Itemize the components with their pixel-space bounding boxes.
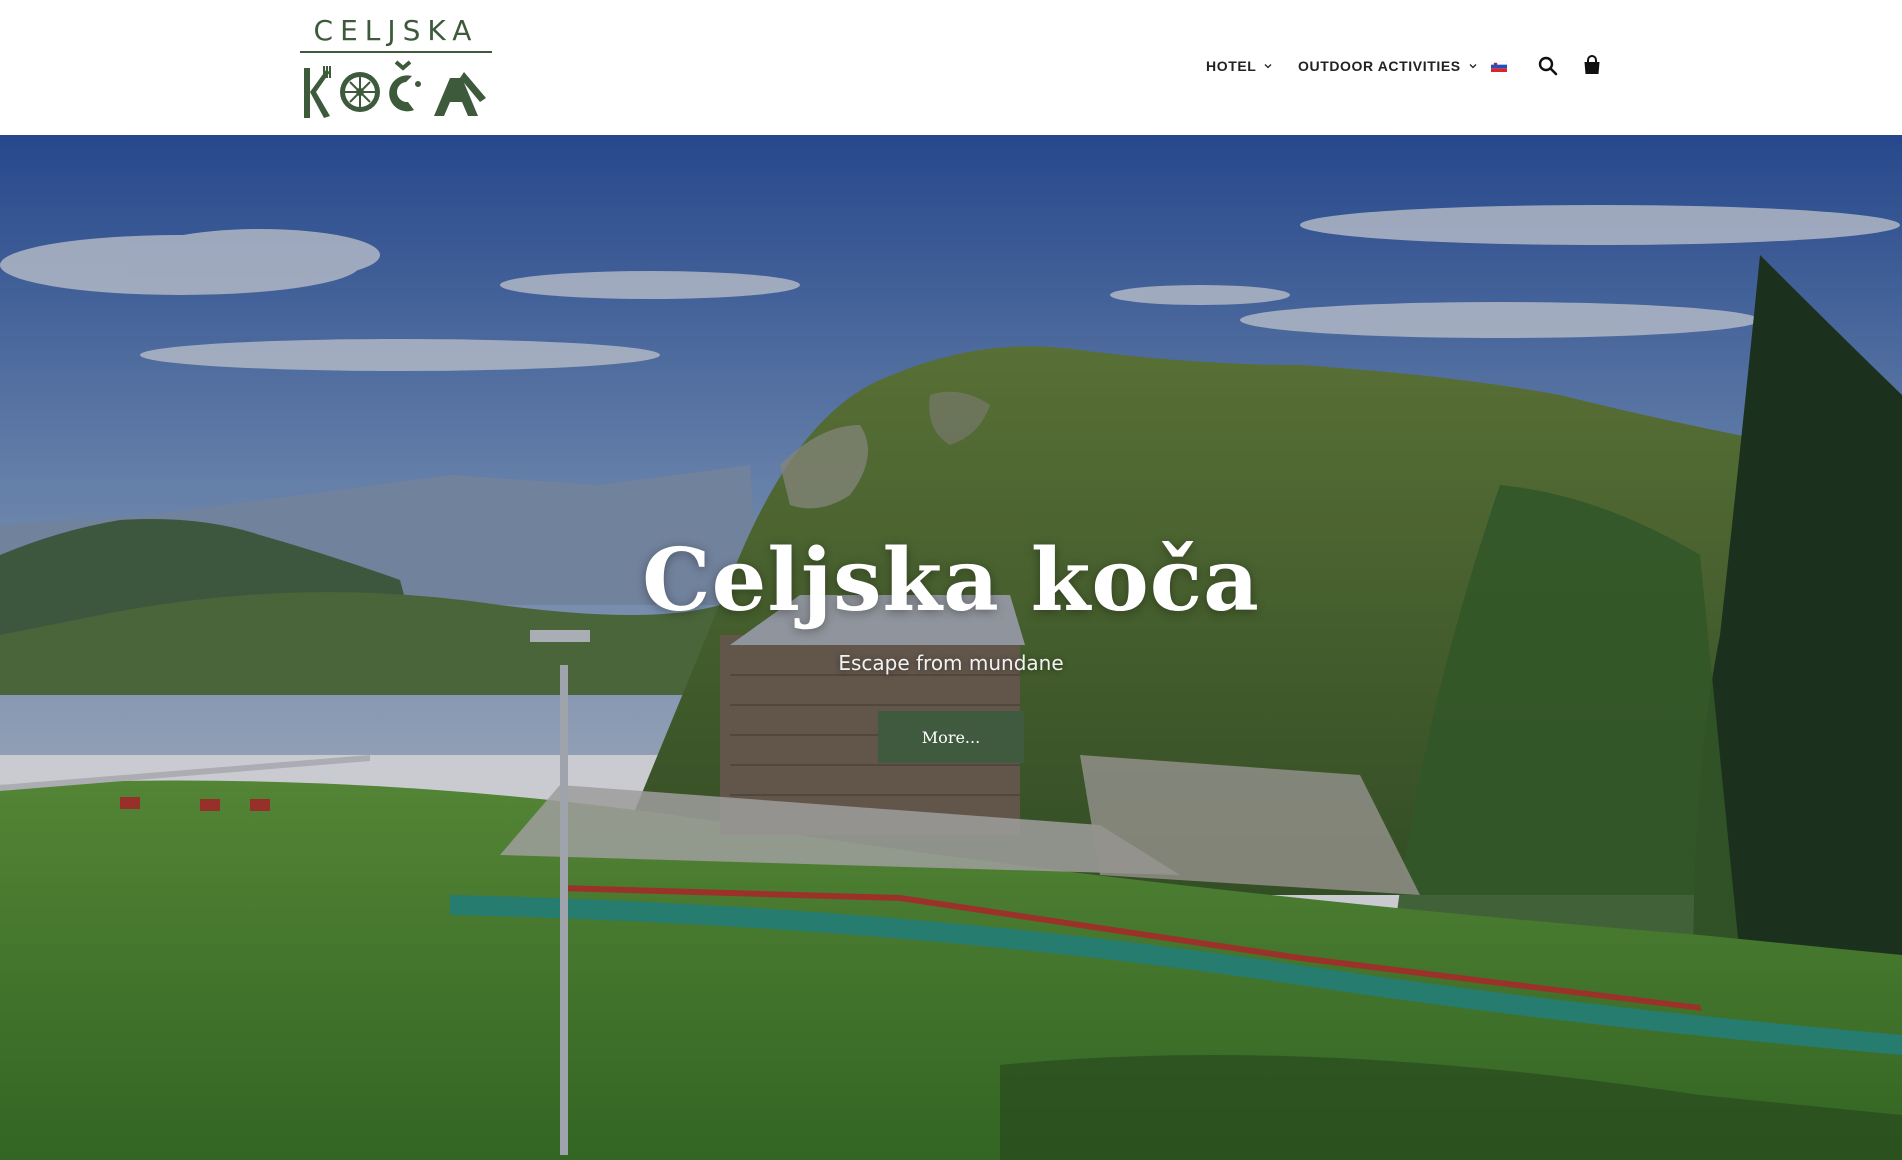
slovenian-flag-icon[interactable] [1491, 61, 1507, 72]
hero-subtitle: Escape from mundane [838, 651, 1064, 675]
logo-wordmark: CELJSKA [313, 14, 479, 47]
site-logo[interactable]: CELJSKA [300, 16, 492, 120]
logo-divider [300, 51, 492, 53]
hero-section: Celjska koča Escape from mundane More... [0, 135, 1902, 1160]
nav-item-label: OUTDOOR ACTIVITIES [1298, 58, 1461, 74]
shopping-bag-icon[interactable] [1583, 55, 1601, 75]
nav-item-label: HOTEL [1206, 58, 1257, 74]
chevron-down-icon [1264, 64, 1272, 69]
search-icon[interactable] [1538, 56, 1558, 76]
nav-item-outdoor-activities[interactable]: OUTDOOR ACTIVITIES [1298, 52, 1477, 80]
site-header: CELJSKA HOTEL OUTDOOR ACTIVITIES [0, 0, 1902, 135]
logo-koca-mark [304, 60, 486, 118]
hero-overlay [0, 135, 1902, 1160]
hero-more-button[interactable]: More... [878, 711, 1024, 763]
nav-item-hotel[interactable]: HOTEL [1206, 52, 1272, 80]
hero-title: Celjska koča [642, 530, 1260, 631]
chevron-down-icon [1469, 64, 1477, 69]
